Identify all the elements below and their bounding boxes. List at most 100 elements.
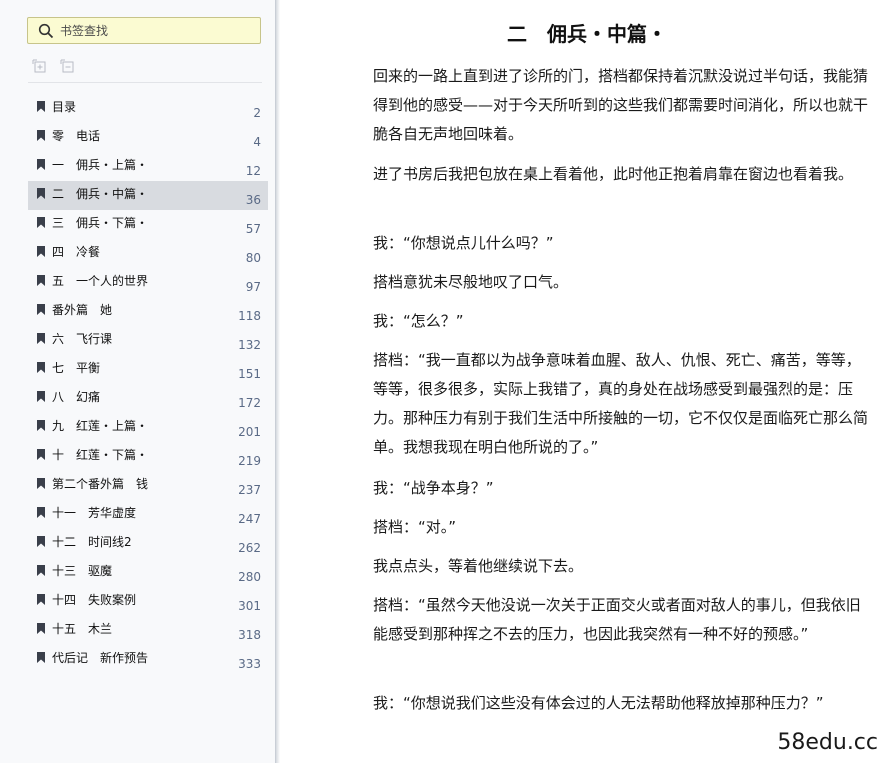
bookmark-item[interactable]: 九 红莲・上篇・ 201 bbox=[28, 413, 268, 442]
bookmark-icon bbox=[37, 536, 45, 547]
bookmark-page-number: 247 bbox=[238, 512, 261, 526]
paragraph: 我：“战争本身？” bbox=[373, 479, 494, 497]
bookmark-icon bbox=[37, 246, 45, 257]
bookmark-page-number: 151 bbox=[238, 367, 261, 381]
bookmark-item[interactable]: 代后记 新作预告 333 bbox=[28, 645, 268, 674]
bookmark-page-number: 237 bbox=[238, 483, 261, 497]
bookmark-label: 八 幻痛 bbox=[52, 390, 101, 404]
bookmark-page-number: 97 bbox=[245, 280, 261, 294]
bookmark-page-number: 301 bbox=[238, 599, 261, 613]
bookmark-label: 番外篇 她 bbox=[52, 303, 113, 317]
sidebar-splitter[interactable] bbox=[276, 0, 280, 763]
bookmark-page-number: 4 bbox=[253, 135, 261, 149]
watermark: 58edu.cc bbox=[777, 730, 878, 755]
bookmark-page-number: 12 bbox=[245, 164, 261, 178]
paragraph: 搭档：“对。” bbox=[373, 518, 457, 536]
bookmark-page-number: 333 bbox=[238, 657, 261, 671]
bookmark-page-number: 57 bbox=[245, 222, 261, 236]
bookmark-item[interactable]: 三 佣兵・下篇・ 57 bbox=[28, 210, 268, 239]
bookmark-icon bbox=[37, 652, 45, 663]
chapter-title: 二 佣兵・中篇・ bbox=[507, 22, 667, 46]
bookmark-icon bbox=[37, 623, 45, 634]
bookmark-icon bbox=[37, 275, 45, 286]
bookmark-label: 九 红莲・上篇・ bbox=[52, 419, 149, 433]
bookmark-item[interactable]: 第二个番外篇 钱 237 bbox=[28, 471, 268, 500]
bookmark-sidebar: 目录 2 零 电话 4 一 佣兵・上篇・ 12 二 佣兵・中篇・ 36 三 佣兵・下篇・ 57 四 … bbox=[0, 0, 276, 763]
bookmark-page-number: 201 bbox=[238, 425, 261, 439]
bookmark-page-number: 219 bbox=[238, 454, 261, 468]
bookmark-label: 第二个番外篇 钱 bbox=[52, 477, 149, 491]
bookmark-icon bbox=[37, 594, 45, 605]
bookmark-label: 十 红莲・下篇・ bbox=[52, 448, 149, 462]
bookmark-item[interactable]: 七 平衡 151 bbox=[28, 355, 268, 384]
paragraph: 我：“你想说点儿什么吗？” bbox=[373, 234, 554, 252]
toolbar-divider bbox=[28, 82, 262, 83]
bookmark-page-number: 36 bbox=[245, 193, 261, 207]
bookmark-item[interactable]: 目录 2 bbox=[28, 94, 268, 123]
bookmark-icon bbox=[37, 130, 45, 141]
bookmark-page-number: 118 bbox=[238, 309, 261, 323]
bookmark-label: 一 佣兵・上篇・ bbox=[52, 158, 149, 172]
bookmark-item[interactable]: 二 佣兵・中篇・ 36 bbox=[28, 181, 268, 210]
bookmark-page-number: 80 bbox=[245, 251, 261, 265]
bookmark-icon bbox=[37, 101, 45, 112]
bookmark-page-number: 172 bbox=[238, 396, 261, 410]
bookmark-label: 零 电话 bbox=[52, 129, 101, 143]
bookmark-item[interactable]: 番外篇 她 118 bbox=[28, 297, 268, 326]
bookmark-label: 代后记 新作预告 bbox=[52, 651, 149, 665]
bookmark-item[interactable]: 十 红莲・下篇・ 219 bbox=[28, 442, 268, 471]
bookmark-icon bbox=[37, 333, 45, 344]
bookmark-item[interactable]: 零 电话 4 bbox=[28, 123, 268, 152]
bookmark-page-number: 2 bbox=[253, 106, 261, 120]
bookmark-item[interactable]: 十二 时间线2 262 bbox=[28, 529, 268, 558]
bookmark-item[interactable]: 一 佣兵・上篇・ 12 bbox=[28, 152, 268, 181]
bookmark-icon bbox=[37, 217, 45, 228]
bookmark-page-number: 318 bbox=[238, 628, 261, 642]
bookmark-label: 三 佣兵・下篇・ bbox=[52, 216, 149, 230]
collapse-all-icon[interactable] bbox=[60, 59, 76, 75]
bookmark-label: 十二 时间线2 bbox=[52, 535, 132, 549]
bookmark-label: 十一 芳华虚度 bbox=[52, 506, 137, 520]
document-page: 二 佣兵・中篇・ 回来的一路上直到进了诊所的门，搭档都保持着沉默没说过半句话，我… bbox=[282, 0, 892, 763]
bookmark-icon bbox=[37, 304, 45, 315]
bookmark-item[interactable]: 五 一个人的世界 97 bbox=[28, 268, 268, 297]
bookmark-item[interactable]: 十三 驱魔 280 bbox=[28, 558, 268, 587]
bookmark-label: 七 平衡 bbox=[52, 361, 101, 375]
paragraph: 搭档意犹未尽般地叹了口气。 bbox=[373, 273, 569, 291]
paragraph: 搭档：“虽然今天他没说一次关于正面交火或者面对敌人的事儿，但我依旧能感受到那种挥… bbox=[373, 596, 861, 643]
paragraph: 回来的一路上直到进了诊所的门，搭档都保持着沉默没说过半句话，我能猜得到他的感受—… bbox=[373, 67, 869, 143]
bookmark-icon bbox=[37, 478, 45, 489]
search-icon bbox=[38, 23, 54, 38]
bookmark-icon bbox=[37, 188, 45, 199]
search-input[interactable] bbox=[60, 23, 250, 38]
bookmark-icon bbox=[37, 420, 45, 431]
bookmark-list: 目录 2 零 电话 4 一 佣兵・上篇・ 12 二 佣兵・中篇・ 36 三 佣兵・下篇・ 57 四 … bbox=[28, 94, 268, 674]
paragraph: 搭档：“我一直都以为战争意味着血腥、敌人、仇恨、死亡、痛苦，等等，等等，很多很多… bbox=[373, 351, 869, 456]
bookmark-item[interactable]: 六 飞行课 132 bbox=[28, 326, 268, 355]
bookmark-label: 十四 失败案例 bbox=[52, 593, 137, 607]
paragraph: 我：“怎么？” bbox=[373, 312, 464, 330]
bookmark-item[interactable]: 八 幻痛 172 bbox=[28, 384, 268, 413]
bookmark-page-number: 262 bbox=[238, 541, 261, 555]
bookmark-label: 目录 bbox=[52, 100, 77, 114]
bookmark-page-number: 280 bbox=[238, 570, 261, 584]
bookmark-label: 十三 驱魔 bbox=[52, 564, 113, 578]
paragraph: 我点点头，等着他继续说下去。 bbox=[373, 557, 584, 575]
bookmark-label: 二 佣兵・中篇・ bbox=[52, 187, 149, 201]
bookmark-icon bbox=[37, 565, 45, 576]
paragraph: 我：“你想说我们这些没有体会过的人无法帮助他释放掉那种压力？” bbox=[373, 694, 824, 712]
bookmark-item[interactable]: 十四 失败案例 301 bbox=[28, 587, 268, 616]
bookmark-label: 六 飞行课 bbox=[52, 332, 113, 346]
paragraph: 进了书房后我把包放在桌上看着他，此时他正抱着肩靠在窗边也看着我。 bbox=[373, 165, 854, 183]
bookmark-item[interactable]: 四 冷餐 80 bbox=[28, 239, 268, 268]
bookmark-label: 五 一个人的世界 bbox=[52, 274, 149, 288]
bookmark-icon bbox=[37, 391, 45, 402]
bookmark-label: 四 冷餐 bbox=[52, 245, 101, 259]
bookmark-icon bbox=[37, 362, 45, 373]
bookmark-item[interactable]: 十一 芳华虚度 247 bbox=[28, 500, 268, 529]
bookmark-item[interactable]: 十五 木兰 318 bbox=[28, 616, 268, 645]
bookmark-label: 十五 木兰 bbox=[52, 622, 113, 636]
expand-all-icon[interactable] bbox=[32, 59, 48, 75]
bookmark-icon bbox=[37, 507, 45, 518]
bookmark-search-box[interactable] bbox=[27, 17, 261, 44]
